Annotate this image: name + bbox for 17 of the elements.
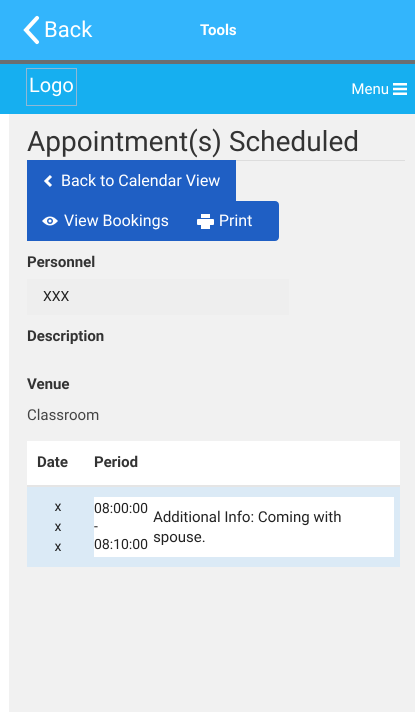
- eye-icon: [41, 215, 59, 227]
- chevron-left-icon: [22, 15, 40, 45]
- column-header: Date: [37, 452, 69, 474]
- additional-info: Additional Info: Coming with spouse.: [153, 506, 342, 546]
- menu-icon: [393, 83, 407, 95]
- page-title: Appointment(s) Scheduled: [27, 124, 360, 160]
- back-to-calendar-button[interactable]: Back to Calendar View: [27, 160, 236, 201]
- field-label: Personnel: [27, 252, 96, 273]
- column-header: Period: [94, 452, 138, 474]
- period-text: 08:00:00 - 08:10:00: [94, 500, 149, 554]
- field-label: Venue: [27, 374, 70, 395]
- printer-icon: [196, 214, 214, 228]
- date-cell-text: x x x: [54, 498, 62, 556]
- top-bar-title: Tools: [200, 20, 237, 41]
- chevron-left-icon: [43, 174, 53, 188]
- field-value: Classroom: [27, 405, 100, 426]
- field-label: Description: [27, 326, 104, 347]
